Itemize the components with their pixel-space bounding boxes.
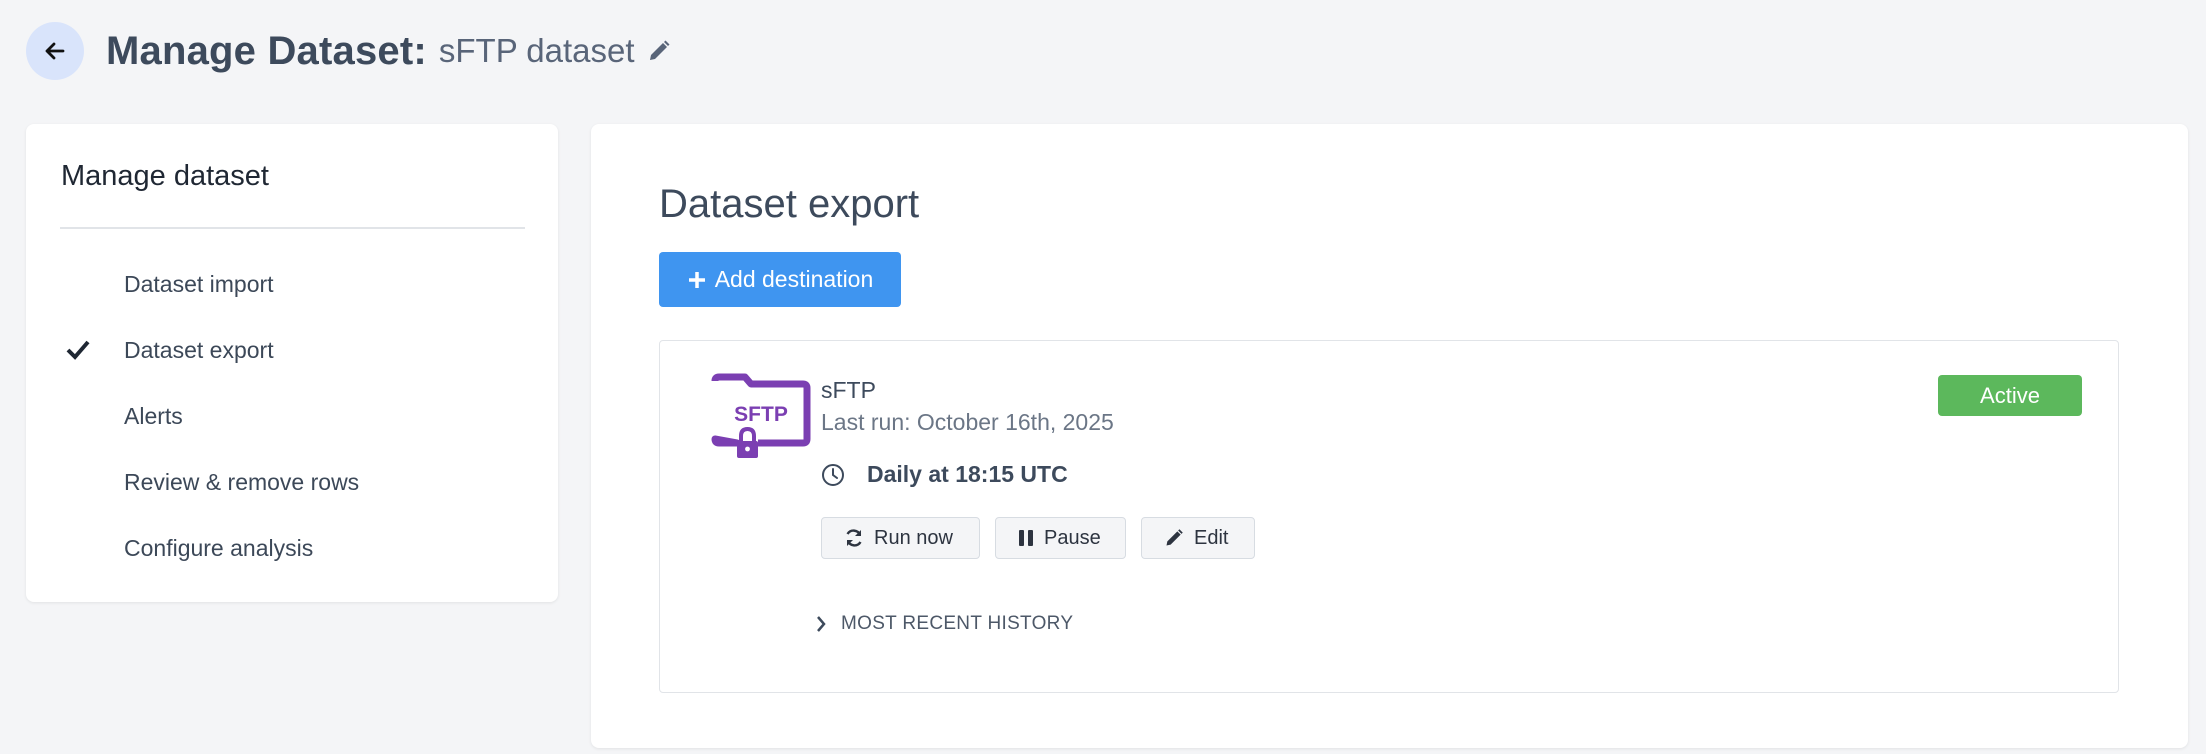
chevron-right-icon	[817, 616, 826, 632]
sidebar-item-dataset-export[interactable]: Dataset export	[26, 322, 558, 378]
edit-dataset-name-button[interactable]	[647, 39, 671, 63]
checkmark-icon	[66, 340, 90, 360]
back-button[interactable]	[26, 22, 84, 80]
page-title: Manage Dataset:	[106, 28, 427, 73]
sftp-folder-lock-icon: SFTP	[711, 373, 811, 458]
history-label: MOST RECENT HISTORY	[841, 613, 1074, 634]
sftp-logo-text: SFTP	[734, 403, 788, 426]
schedule: Daily at 18:15 UTC	[821, 461, 1068, 488]
sidebar-item-label: Configure analysis	[124, 534, 314, 561]
last-run-text: Last run: October 16th, 2025	[821, 409, 1114, 435]
section-title: Dataset export	[659, 182, 920, 226]
sidebar-item-dataset-import[interactable]: Dataset import	[26, 256, 558, 312]
refresh-icon	[846, 529, 862, 547]
run-now-label: Run now	[874, 526, 953, 549]
status-badge: Active	[1938, 375, 2082, 416]
pencil-icon	[1166, 529, 1183, 546]
destination-actions: Run now Pause Edit	[821, 517, 1255, 559]
sidebar-item-label: Alerts	[124, 402, 183, 429]
sidebar-item-alerts[interactable]: Alerts	[26, 388, 558, 444]
plus-icon	[688, 271, 705, 288]
edit-label: Edit	[1194, 526, 1229, 549]
pause-label: Pause	[1044, 526, 1101, 549]
arrow-left-icon	[45, 42, 65, 60]
run-now-button[interactable]: Run now	[821, 517, 980, 559]
sidebar-item-configure-analysis[interactable]: Configure analysis	[26, 520, 558, 576]
dataset-name: sFTP dataset	[438, 32, 635, 69]
add-destination-button[interactable]: Add destination	[659, 252, 901, 307]
add-destination-label: Add destination	[714, 266, 874, 292]
sidebar-item-label: Dataset export	[124, 336, 274, 363]
schedule-text: Daily at 18:15 UTC	[867, 461, 1068, 487]
sidebar-item-review-remove-rows[interactable]: Review & remove rows	[26, 454, 558, 510]
sidebar-divider	[60, 227, 525, 229]
dataset-export-panel: Dataset export Add destination SFTP sFTP…	[591, 124, 2188, 748]
most-recent-history-toggle[interactable]: MOST RECENT HISTORY	[815, 613, 1073, 635]
manage-dataset-sidebar: Manage dataset Dataset import Dataset ex…	[26, 124, 558, 602]
destination-card: SFTP sFTP Last run: October 16th, 2025 D…	[659, 340, 2119, 693]
sidebar-item-label: Dataset import	[124, 270, 274, 297]
sidebar-title: Manage dataset	[61, 160, 269, 192]
pause-icon	[1019, 530, 1033, 546]
pencil-icon	[649, 40, 670, 60]
destination-name: sFTP	[821, 377, 876, 403]
pause-button[interactable]: Pause	[995, 517, 1126, 559]
page-header: Manage Dataset: sFTP dataset	[26, 22, 671, 80]
edit-button[interactable]: Edit	[1141, 517, 1255, 559]
sidebar-item-label: Review & remove rows	[124, 468, 360, 495]
clock-icon	[822, 463, 844, 486]
